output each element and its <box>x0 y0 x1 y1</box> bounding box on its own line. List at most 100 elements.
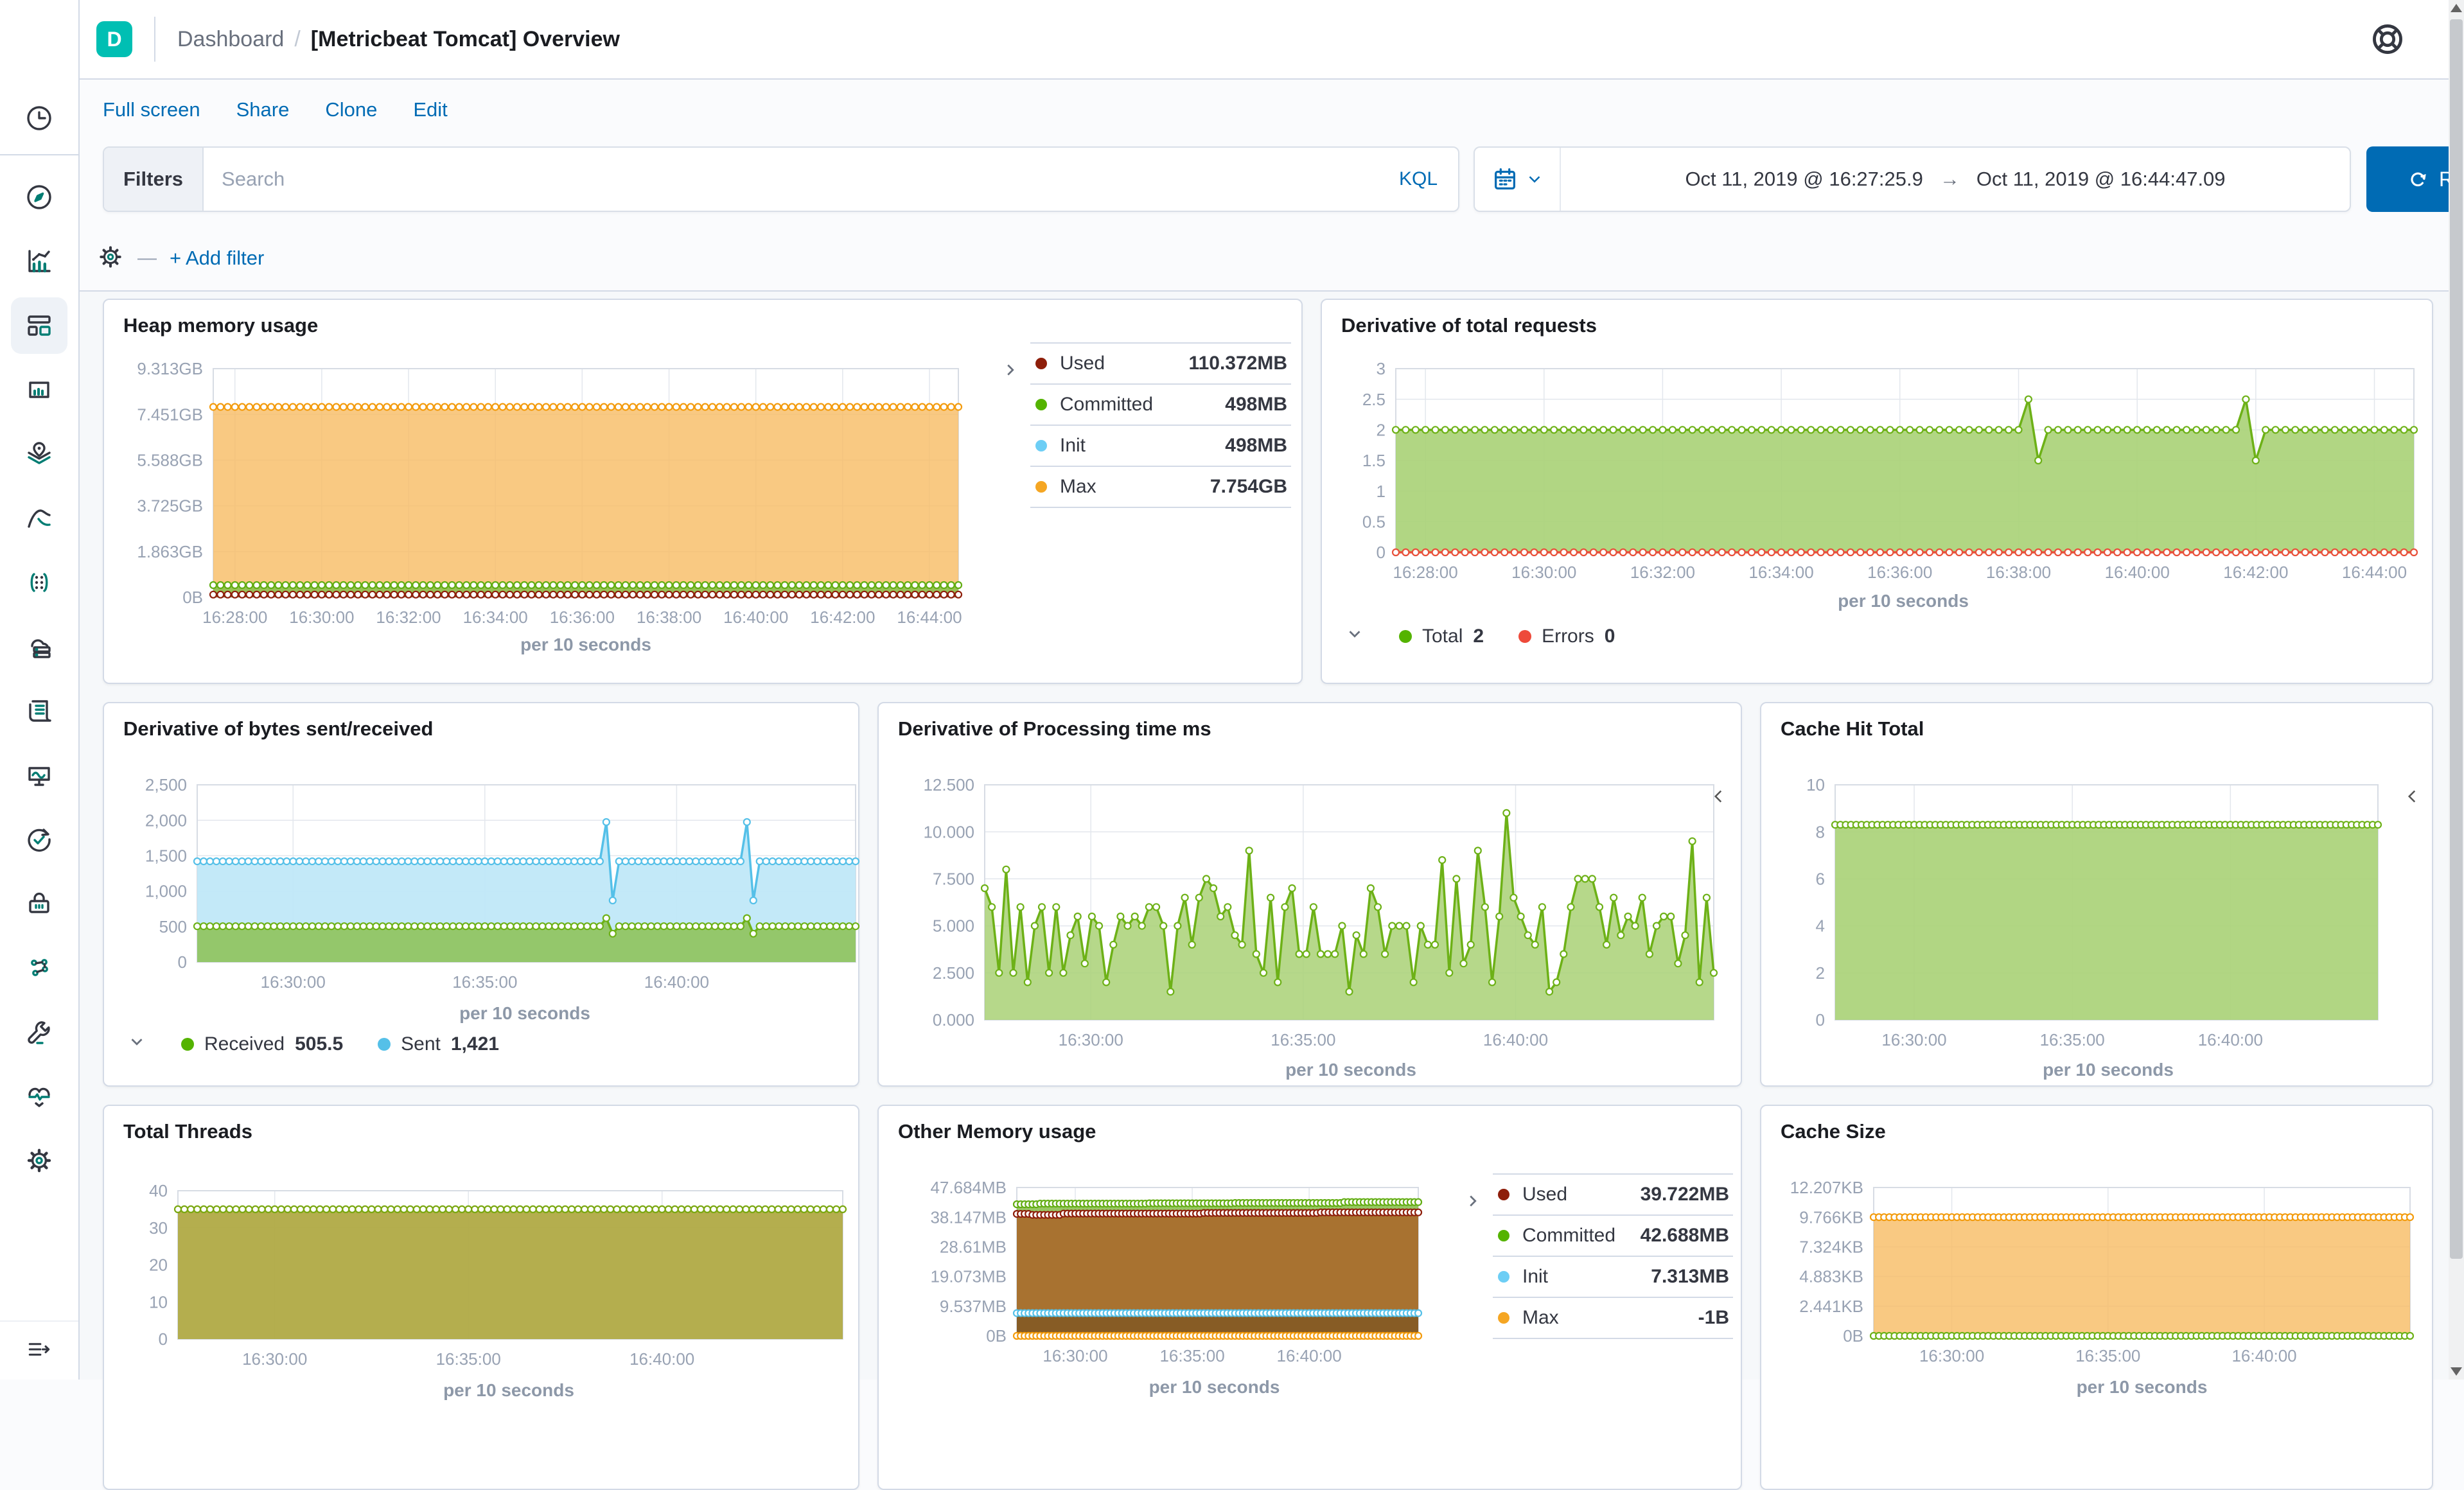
lock-icon <box>11 875 67 932</box>
total-requests-chart[interactable]: 00.511.522.5316:28:0016:30:0016:32:0016:… <box>1335 361 2420 592</box>
x-axis-label: per 10 seconds <box>175 1380 843 1401</box>
sidebar-item-canvas[interactable] <box>0 358 78 422</box>
legend-expand-icon[interactable] <box>2401 784 2423 812</box>
legend-row[interactable]: Committed498MB <box>1030 385 1291 426</box>
gear-icon[interactable] <box>96 243 125 274</box>
sidebar-item-logs[interactable] <box>0 679 78 743</box>
sidebar-item-uptime[interactable] <box>0 807 78 872</box>
sidebar-item-maps[interactable] <box>0 422 78 486</box>
panel-heap-memory-usage: Heap memory usage 0B1.863GB3.725GB5.588G… <box>103 299 1303 684</box>
help-icon[interactable] <box>2369 21 2406 58</box>
svg-text:9.766KB: 9.766KB <box>1799 1207 1863 1227</box>
sidebar-item-apm[interactable] <box>0 936 78 1000</box>
legend-item[interactable]: Errors0 <box>1518 626 1615 647</box>
legend-row[interactable]: Init7.313MB <box>1493 1257 1733 1298</box>
full-screen-link[interactable]: Full screen <box>103 98 200 121</box>
add-filter-button[interactable]: + Add filter <box>170 247 264 270</box>
sidebar-item-stack-monitoring[interactable] <box>0 1064 78 1128</box>
svg-text:7.324KB: 7.324KB <box>1799 1238 1863 1257</box>
kql-button[interactable]: KQL <box>1378 148 1458 211</box>
processing-time-chart[interactable]: 0.0002.5005.0007.50010.00012.50016:30:00… <box>892 777 1720 1060</box>
svg-text:19.073MB: 19.073MB <box>930 1267 1007 1286</box>
svg-text:1: 1 <box>1377 482 1386 501</box>
app-badge: D <box>96 21 132 57</box>
menu-arrow-icon <box>25 1335 53 1367</box>
svg-text:16:38:00: 16:38:00 <box>1986 563 2051 582</box>
svg-text:2,000: 2,000 <box>145 811 187 830</box>
heap-memory-chart[interactable]: 0B1.863GB3.725GB5.588GB7.451GB9.313GB16:… <box>117 361 965 637</box>
search-input[interactable]: Search <box>204 148 1378 211</box>
legend-expand-icon[interactable] <box>1001 360 1020 383</box>
sidebar-item-graph[interactable] <box>0 550 78 615</box>
legend-expand-icon[interactable] <box>1463 1191 1483 1214</box>
date-range[interactable]: Oct 11, 2019 @ 16:27:25.9 → Oct 11, 2019… <box>1561 168 2350 191</box>
svg-text:12.207KB: 12.207KB <box>1790 1180 1863 1197</box>
panel-cache-size: Cache Size 0B2.441KB4.883KB7.324KB9.766K… <box>1760 1105 2433 1490</box>
svg-text:9.537MB: 9.537MB <box>940 1297 1007 1316</box>
legend-collapse-icon[interactable] <box>1345 624 1364 649</box>
svg-text:16:40:00: 16:40:00 <box>1483 1030 1548 1049</box>
calendar-button[interactable] <box>1475 148 1561 211</box>
clone-link[interactable]: Clone <box>325 98 377 121</box>
svg-text:16:42:00: 16:42:00 <box>2223 563 2288 582</box>
legend-item[interactable]: Sent1,421 <box>378 1033 499 1055</box>
x-axis-label: per 10 seconds <box>1017 1377 1412 1398</box>
uptime-clock-icon <box>11 811 67 868</box>
panel-processing-time: Derivative of Processing time ms 0.0002.… <box>877 702 1742 1087</box>
scrollbar-thumb[interactable] <box>2450 19 2463 1259</box>
svg-text:16:35:00: 16:35:00 <box>1159 1346 1224 1365</box>
breadcrumb-dashboard[interactable]: Dashboard <box>177 27 284 52</box>
sidebar-item-infrastructure[interactable] <box>0 743 78 807</box>
svg-text:16:35:00: 16:35:00 <box>436 1349 501 1369</box>
legend-row[interactable]: Committed42.688MB <box>1493 1216 1733 1257</box>
sidebar-item-dev-tools[interactable] <box>0 1000 78 1064</box>
legend-row[interactable]: Init498MB <box>1030 426 1291 467</box>
dashboard-grid-icon <box>11 297 67 354</box>
sidebar-item-machine-learning[interactable] <box>0 486 78 550</box>
total-threads-chart[interactable]: 01020304016:30:0016:35:0016:40:00 <box>117 1183 849 1379</box>
sidebar-item-dashboard[interactable] <box>0 294 78 358</box>
svg-text:4: 4 <box>1816 916 1825 936</box>
page-title: [Metricbeat Tomcat] Overview <box>311 27 620 52</box>
wrench-icon <box>11 1004 67 1060</box>
legend-row[interactable]: Used110.372MB <box>1030 344 1291 385</box>
sidebar-item-management[interactable] <box>0 1128 78 1193</box>
chevron-down-icon <box>1525 170 1544 189</box>
sidebar-item-metrics[interactable] <box>0 615 78 679</box>
share-link[interactable]: Share <box>236 98 290 121</box>
legend-row[interactable]: Used39.722MB <box>1493 1175 1733 1216</box>
cache-size-chart[interactable]: 0B2.441KB4.883KB7.324KB9.766KB12.207KB16… <box>1774 1180 2416 1376</box>
svg-text:2: 2 <box>1816 963 1825 983</box>
sidebar-item-siem[interactable] <box>0 872 78 936</box>
sidebar-item-visualize[interactable] <box>0 229 78 294</box>
vertical-scrollbar[interactable] <box>2449 0 2464 1380</box>
legend-item[interactable]: Total2 <box>1399 626 1484 647</box>
collapse-menu-button[interactable] <box>0 1320 78 1380</box>
scroll-down-arrow[interactable] <box>2451 1367 2462 1376</box>
svg-text:2.441KB: 2.441KB <box>1799 1297 1863 1316</box>
svg-text:0B: 0B <box>1843 1326 1863 1345</box>
other-memory-chart[interactable]: 0B9.537MB19.073MB28.61MB38.147MB47.684MB… <box>892 1180 1425 1376</box>
cache-hit-chart[interactable]: 024681016:30:0016:35:0016:40:00 <box>1774 777 2384 1060</box>
svg-text:0: 0 <box>178 952 187 972</box>
panel-bytes-sent-received: Derivative of bytes sent/received 05001,… <box>103 702 859 1087</box>
svg-text:16:34:00: 16:34:00 <box>1748 563 1813 582</box>
legend-row[interactable]: Max-1B <box>1493 1298 1733 1339</box>
svg-text:5.000: 5.000 <box>933 916 974 936</box>
legend-row[interactable]: Max7.754GB <box>1030 467 1291 508</box>
svg-text:16:42:00: 16:42:00 <box>810 608 875 627</box>
header-divider <box>154 17 155 62</box>
legend-item[interactable]: Received505.5 <box>181 1033 343 1055</box>
svg-text:1.5: 1.5 <box>1362 451 1386 470</box>
scroll-up-arrow[interactable] <box>2451 4 2462 12</box>
sidebar-item-recently-viewed[interactable] <box>11 86 67 150</box>
bytes-chart[interactable]: 05001,0001,5002,0002,50016:30:0016:35:00… <box>117 777 862 1002</box>
filters-button[interactable]: Filters <box>104 148 204 211</box>
svg-text:500: 500 <box>159 917 187 936</box>
sidebar-item-discover[interactable] <box>0 165 78 229</box>
legend-collapse-icon[interactable] <box>127 1032 146 1056</box>
edit-link[interactable]: Edit <box>413 98 447 121</box>
search-box: Filters Search KQL <box>103 146 1459 212</box>
legend-expand-icon[interactable] <box>1707 784 1729 812</box>
svg-text:38.147MB: 38.147MB <box>930 1207 1007 1227</box>
